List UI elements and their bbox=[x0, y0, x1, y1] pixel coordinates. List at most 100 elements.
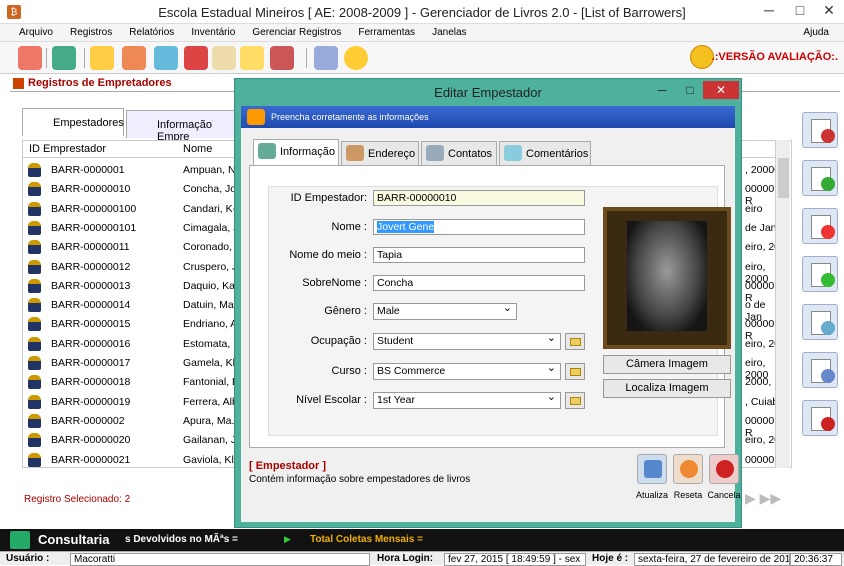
table-scrollbar[interactable] bbox=[775, 140, 790, 468]
tab-informacao[interactable]: Informação bbox=[253, 139, 339, 165]
menu-ferramentas[interactable]: Ferramentas bbox=[351, 24, 422, 41]
usuario-value: Macoratti bbox=[70, 553, 370, 566]
ocupacao-folder-button[interactable] bbox=[565, 333, 585, 350]
people-icon bbox=[247, 109, 265, 125]
people-icon[interactable] bbox=[122, 46, 146, 70]
column-header-nome[interactable]: Nome bbox=[183, 143, 212, 155]
row-name: Cruspero, J bbox=[183, 260, 238, 273]
nome-field[interactable]: Jovert Gene bbox=[373, 219, 585, 235]
tab-contatos[interactable]: Contatos bbox=[421, 141, 497, 165]
refresh-button[interactable] bbox=[802, 256, 838, 292]
ocupacao-select[interactable]: Student bbox=[373, 331, 561, 350]
row-name: Ferrera, Alb bbox=[183, 395, 238, 408]
curso-select[interactable]: BS Commerce bbox=[373, 361, 561, 380]
minimize-button[interactable]: ─ bbox=[755, 0, 783, 22]
cancela-button[interactable] bbox=[709, 454, 739, 484]
search-record-button[interactable] bbox=[802, 304, 838, 340]
search-icon bbox=[821, 321, 835, 335]
power-icon bbox=[821, 417, 835, 431]
tab-endereco[interactable]: Endereço bbox=[341, 141, 419, 165]
menu-relatorios[interactable]: Relatórios bbox=[122, 24, 181, 41]
edit-icon[interactable] bbox=[90, 46, 114, 70]
menu-janelas[interactable]: Janelas bbox=[425, 24, 473, 41]
menu-inventario[interactable]: Inventário bbox=[184, 24, 242, 41]
cancela-label: Cancela bbox=[707, 490, 741, 500]
menu-arquivo[interactable]: Arquivo bbox=[12, 24, 60, 41]
menu-ajuda[interactable]: Ajuda bbox=[796, 24, 836, 41]
consultaria-icon bbox=[10, 531, 30, 549]
books-icon[interactable] bbox=[52, 46, 76, 70]
menu-gerenciar-registros[interactable]: Gerenciar Registros bbox=[245, 24, 348, 41]
mdi-title: Registros de Empretadores bbox=[28, 77, 172, 89]
footer-description: Contém informação sobre empestadores de … bbox=[249, 474, 471, 485]
coletas-label: Total Coletas Mensais = bbox=[310, 534, 423, 545]
row-id: BARR-00000011 bbox=[51, 241, 130, 254]
curso-folder-button[interactable] bbox=[565, 363, 585, 380]
delete-record-button[interactable] bbox=[802, 208, 838, 244]
sobrenome-field[interactable]: Concha bbox=[373, 275, 585, 291]
user-icon bbox=[28, 240, 41, 255]
localiza-imagem-button[interactable]: Localiza Imagem bbox=[603, 379, 731, 398]
tab-empestadores-label: Empestadores bbox=[53, 117, 124, 129]
genero-label: Gênero : bbox=[324, 305, 367, 317]
dialog-header-text: Preencha corretamente as informações bbox=[271, 112, 429, 122]
atualiza-button[interactable] bbox=[637, 454, 667, 484]
dialog-minimize-button[interactable]: ─ bbox=[649, 81, 675, 99]
dialog-titlebar: Editar Empestador ─ □ ✕ bbox=[235, 79, 741, 105]
row-name: Datuin, Mar bbox=[183, 299, 238, 312]
menu-registros[interactable]: Registros bbox=[63, 24, 119, 41]
tab-comentarios[interactable]: Comentários bbox=[499, 141, 591, 165]
user-icon bbox=[28, 413, 41, 428]
camera-imagem-button[interactable]: Câmera Imagem bbox=[603, 355, 731, 374]
dialog-maximize-button[interactable]: □ bbox=[677, 81, 703, 99]
add-icon bbox=[821, 177, 835, 191]
chat-icon[interactable] bbox=[154, 46, 178, 70]
row-id: BARR-00000012 bbox=[51, 260, 131, 273]
user-icon[interactable] bbox=[270, 46, 294, 70]
row-name: Estomata, F bbox=[183, 337, 240, 350]
genero-select[interactable]: Male bbox=[373, 301, 517, 320]
row-extra: eiro bbox=[745, 202, 763, 215]
download-icon[interactable] bbox=[240, 46, 264, 70]
user-icon bbox=[28, 163, 41, 177]
user-icon bbox=[28, 317, 41, 332]
user-icon bbox=[28, 394, 41, 409]
nome-do-meio-field[interactable]: Tapia bbox=[373, 247, 585, 263]
toolbar-separator bbox=[84, 48, 85, 68]
toolbar-separator bbox=[306, 48, 307, 68]
calendar-icon[interactable] bbox=[184, 46, 208, 70]
calculator-icon[interactable] bbox=[314, 46, 338, 70]
reseta-button[interactable] bbox=[673, 454, 703, 484]
dialog-close-button[interactable]: ✕ bbox=[703, 81, 739, 99]
borrower-photo bbox=[603, 207, 731, 349]
add-record-button[interactable] bbox=[802, 160, 838, 196]
registro-selecionado: Registro Selecionado: 2 bbox=[24, 494, 131, 505]
maximize-button[interactable]: □ bbox=[786, 0, 814, 22]
nav-arrows[interactable]: ▶ ▶▶ bbox=[745, 490, 781, 507]
help-icon[interactable] bbox=[344, 46, 368, 70]
print-button[interactable] bbox=[802, 352, 838, 388]
user-icon bbox=[28, 336, 41, 351]
reseta-label: Reseta bbox=[673, 490, 703, 500]
nivel-escolar-select[interactable]: 1st Year bbox=[373, 390, 561, 409]
nome-do-meio-label: Nome do meio : bbox=[289, 249, 367, 261]
user-icon bbox=[28, 278, 41, 293]
save-record-button[interactable] bbox=[802, 112, 838, 148]
smiley-icon bbox=[690, 45, 714, 69]
row-id: BARR-00000018 bbox=[51, 376, 131, 389]
tab-empestadores[interactable]: Empestadores bbox=[22, 108, 124, 136]
portrait bbox=[627, 221, 707, 331]
hora-value: 20:36:37 bbox=[790, 553, 842, 566]
save-icon bbox=[821, 129, 835, 143]
users-icon[interactable] bbox=[18, 46, 42, 70]
row-name: Gaviola, Kle bbox=[183, 453, 240, 466]
exit-button[interactable] bbox=[802, 400, 838, 436]
report-icon[interactable] bbox=[212, 46, 236, 70]
scrollbar-thumb[interactable] bbox=[778, 158, 789, 198]
close-button[interactable]: ✕ bbox=[815, 0, 843, 22]
row-id: BARR-00000019 bbox=[51, 395, 131, 408]
tab-informacao-empre[interactable]: Informação Empre bbox=[126, 110, 238, 143]
nivel-folder-button[interactable] bbox=[565, 392, 585, 409]
column-header-id[interactable]: ID Emprestador bbox=[29, 143, 106, 155]
row-name: Candari, K-r bbox=[183, 202, 240, 215]
